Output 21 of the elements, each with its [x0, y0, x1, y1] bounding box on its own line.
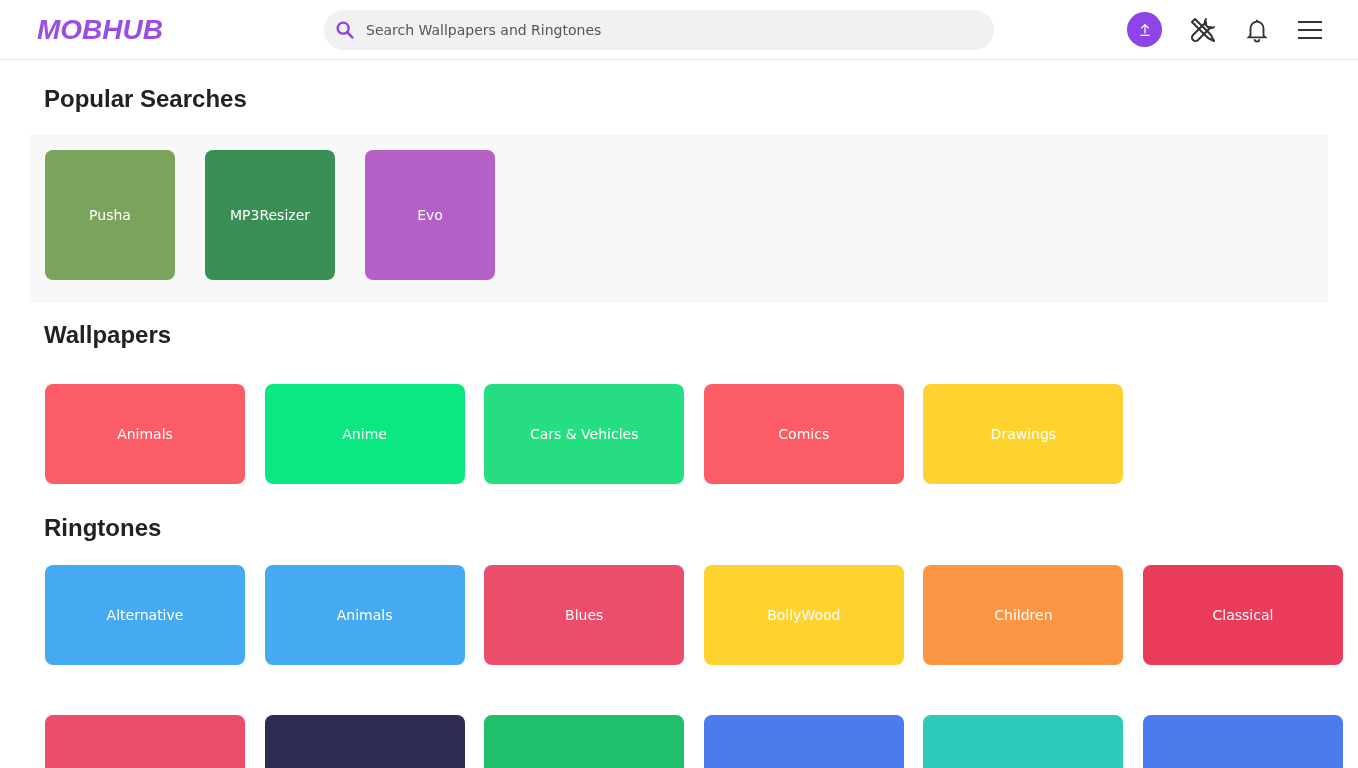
- category-tile[interactable]: Alternative: [45, 565, 245, 665]
- search-input[interactable]: Search Wallpapers and Ringtones: [364, 20, 984, 39]
- section-title: Popular Searches: [43, 84, 248, 114]
- popular-search-tile[interactable]: Pusha: [45, 150, 175, 280]
- category-tile[interactable]: Classical: [1142, 565, 1343, 665]
- upload-button[interactable]: [1127, 12, 1162, 47]
- category-tile[interactable]: Animals: [45, 384, 245, 484]
- category-tile[interactable]: Children: [923, 565, 1124, 665]
- popular-search-tile[interactable]: MP3Resizer: [205, 150, 335, 280]
- section-title: Ringtones: [43, 513, 163, 542]
- menu-icon[interactable]: [1297, 19, 1323, 40]
- category-tile[interactable]: Blues: [484, 565, 685, 665]
- category-tile[interactable]: Animals: [264, 565, 465, 665]
- search-field[interactable]: Search Wallpapers and Ringtones: [324, 9, 994, 50]
- popular-search-tile[interactable]: Evo: [365, 150, 495, 280]
- category-tile[interactable]: Cars & Vehicles: [484, 384, 685, 484]
- category-tile[interactable]: Comics: [703, 384, 904, 484]
- logo[interactable]: MOBHUB: [37, 13, 324, 46]
- tools-icon[interactable]: [1189, 15, 1217, 44]
- section-title: Wallpapers: [43, 320, 173, 350]
- category-tile[interactable]: Anime: [264, 384, 465, 484]
